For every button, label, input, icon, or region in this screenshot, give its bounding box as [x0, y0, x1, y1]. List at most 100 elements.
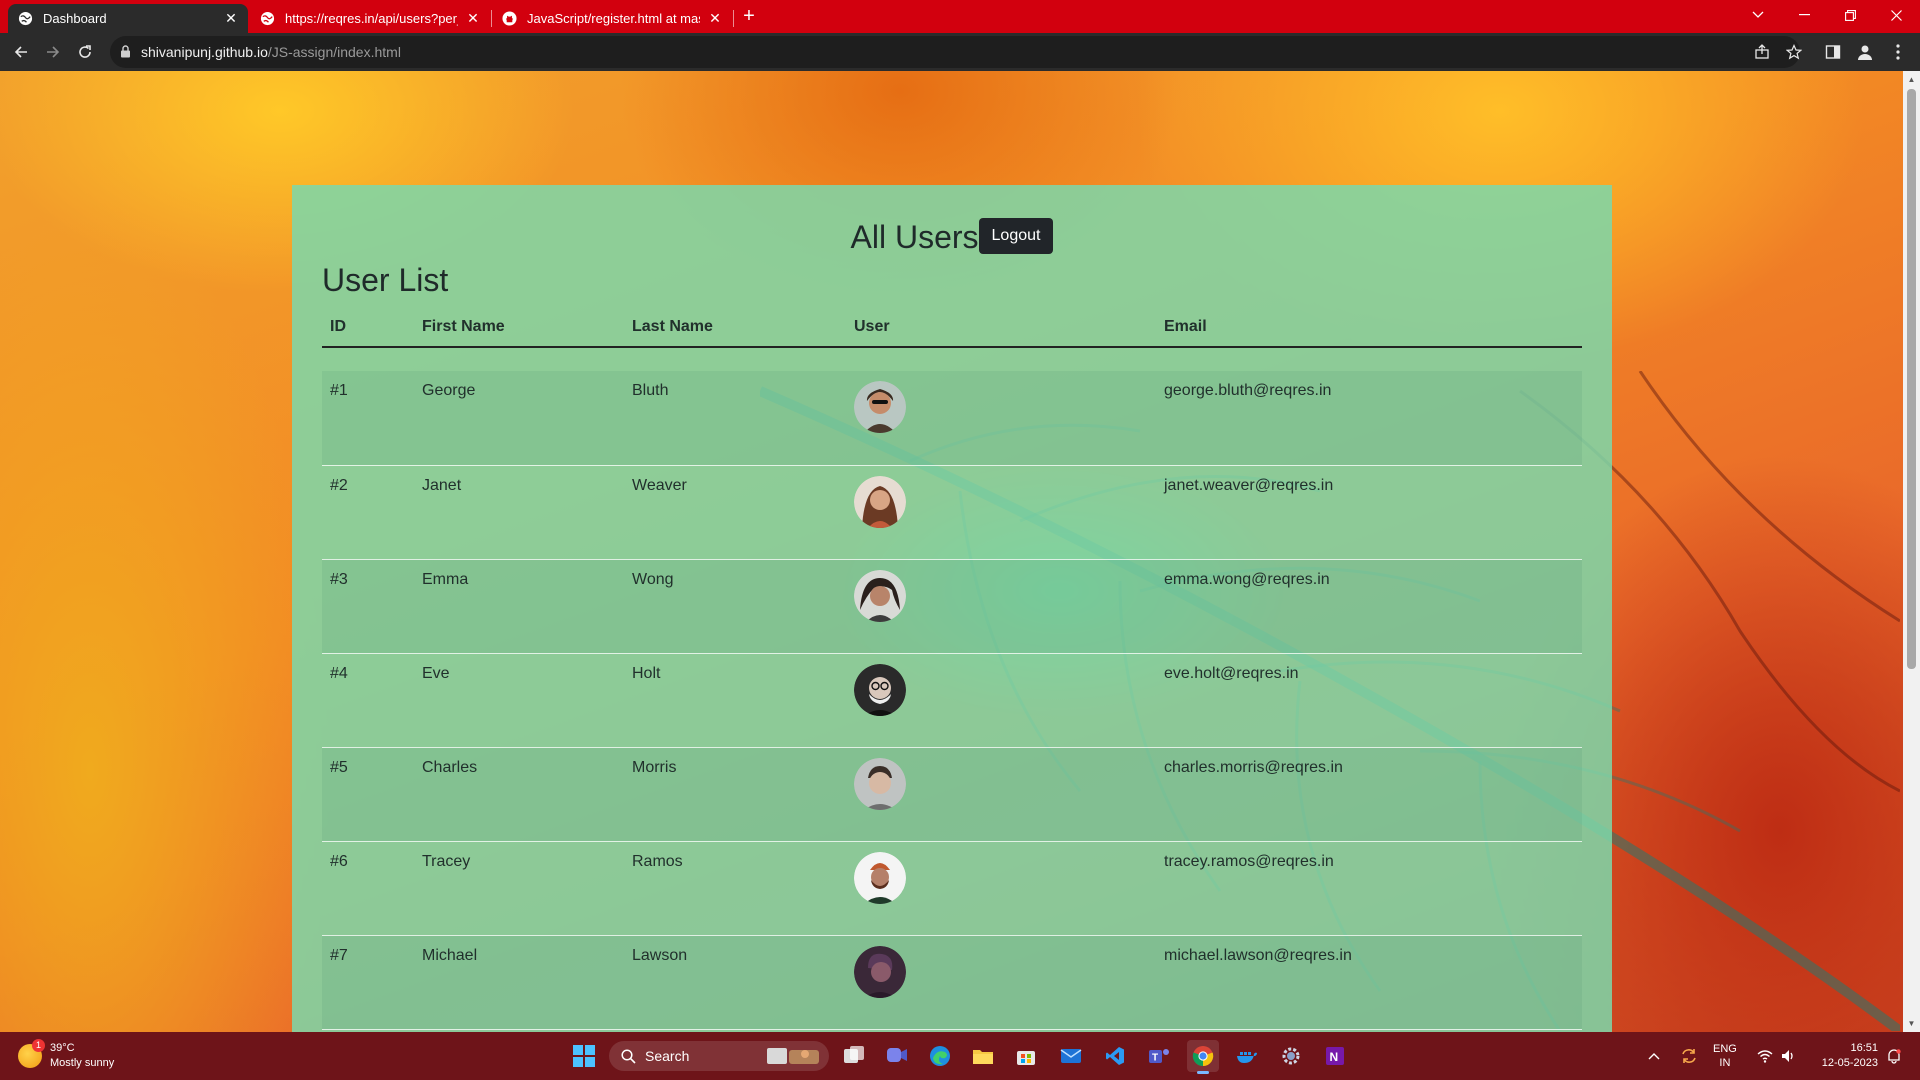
user-email: eve.holt@reqres.in: [1164, 664, 1299, 682]
forward-icon[interactable]: [41, 40, 65, 64]
minimize-icon[interactable]: [1781, 0, 1827, 30]
search-highlight-icon: [767, 1048, 819, 1064]
user-id: #3: [330, 570, 348, 588]
teams-icon[interactable]: T: [1143, 1040, 1175, 1072]
file-explorer-icon[interactable]: [967, 1040, 999, 1072]
tab-reqres-api[interactable]: https://reqres.in/api/users?per_p ✕: [250, 4, 490, 33]
cell-id: #2: [322, 465, 414, 560]
table-row: #1 George Bluth george.bluth@reqres.in: [322, 371, 1582, 466]
scrollbar-thumb[interactable]: [1907, 89, 1916, 669]
edge-icon[interactable]: [924, 1040, 956, 1072]
svg-text:N: N: [1330, 1050, 1339, 1064]
url-host: shivanipunj.github.io: [141, 44, 268, 60]
tab-divider: [733, 10, 734, 27]
table-header-row: ID First Name Last Name User Email: [322, 307, 1582, 348]
column-header-user: User: [846, 307, 1156, 348]
teams-chat-icon[interactable]: [881, 1040, 913, 1072]
tab-title: https://reqres.in/api/users?per_p: [285, 11, 458, 26]
column-header-last-name: Last Name: [624, 307, 846, 348]
close-window-icon[interactable]: [1873, 0, 1919, 30]
microsoft-store-icon[interactable]: [1010, 1040, 1042, 1072]
table-row: #6 Tracey Ramos tracey.ramos@reqres.in: [322, 841, 1582, 936]
cell-last-name: Holt: [624, 653, 846, 748]
mail-icon[interactable]: [1055, 1040, 1087, 1072]
side-panel-icon[interactable]: [1823, 42, 1843, 62]
weather-temperature: 39°C: [50, 1042, 75, 1054]
page-title: All Users: [850, 218, 979, 255]
url-path: /JS-assign/index.html: [267, 44, 401, 60]
cell-user: [846, 747, 1156, 842]
avatar: [854, 663, 906, 716]
tab-dashboard[interactable]: Dashboard ✕: [8, 4, 248, 33]
clock-date: 12-05-2023: [1821, 1057, 1878, 1069]
avatar: [854, 757, 906, 810]
search-icon: [621, 1048, 636, 1064]
weather-widget[interactable]: 1 39°C Mostly sunny: [18, 1039, 115, 1071]
avatar: [854, 381, 906, 433]
menu-kebab-icon[interactable]: [1888, 42, 1908, 62]
cell-user: [846, 935, 1156, 1030]
avatar: [854, 945, 906, 998]
cell-email: eve.holt@reqres.in: [1156, 653, 1582, 748]
vscode-icon[interactable]: [1099, 1040, 1131, 1072]
chrome-icon[interactable]: [1187, 1040, 1219, 1074]
users-table: ID First Name Last Name User Email #1 Ge…: [322, 307, 1582, 1030]
speaker-icon[interactable]: [1781, 1032, 1797, 1080]
restore-icon[interactable]: [1827, 0, 1873, 30]
scroll-down-arrow-icon[interactable]: ▼: [1907, 1019, 1916, 1028]
clock-time: 16:51: [1850, 1042, 1878, 1054]
settings-gear-icon[interactable]: [1275, 1040, 1307, 1072]
cell-first-name: Tracey: [414, 841, 624, 936]
weather-description: Mostly sunny: [50, 1057, 115, 1069]
taskbar-search-box[interactable]: Search: [609, 1041, 829, 1071]
scroll-up-arrow-icon[interactable]: ▲: [1907, 75, 1916, 84]
notification-badge: 1: [32, 1039, 45, 1052]
cell-first-name: Charles: [414, 747, 624, 842]
wifi-icon[interactable]: [1757, 1032, 1773, 1080]
cell-first-name: Michael: [414, 935, 624, 1030]
logout-button[interactable]: Logout: [978, 218, 1054, 254]
cell-id: #1: [322, 371, 414, 466]
share-icon[interactable]: [1752, 42, 1772, 62]
profile-icon[interactable]: [1855, 42, 1875, 62]
back-icon[interactable]: [9, 40, 33, 64]
windows-taskbar: 1 39°C Mostly sunny Search T N ENG IN 16…: [0, 1032, 1920, 1080]
tab-title: Dashboard: [43, 11, 107, 26]
user-last-name: Bluth: [632, 382, 669, 399]
close-tab-icon[interactable]: ✕: [224, 10, 238, 27]
column-header-id: ID: [322, 307, 414, 348]
users-panel: All Users Logout User List ID First Name…: [292, 185, 1612, 1032]
tab-github[interactable]: JavaScript/register.html at maste ✕: [492, 4, 732, 33]
cell-first-name: Eve: [414, 653, 624, 748]
tab-search-chevron-icon[interactable]: [1735, 0, 1781, 30]
close-tab-icon[interactable]: ✕: [466, 10, 480, 27]
page-scrollbar[interactable]: ▲ ▼: [1903, 71, 1920, 1032]
user-first-name: Emma: [422, 570, 469, 588]
cell-last-name: Wong: [624, 559, 846, 654]
windows-start-icon[interactable]: [568, 1040, 600, 1072]
address-bar[interactable]: shivanipunj.github.io/JS-assign/index.ht…: [110, 36, 1800, 68]
lock-icon[interactable]: [120, 45, 131, 58]
language-indicator[interactable]: ENG IN: [1713, 1032, 1737, 1080]
user-email: janet.weaver@reqres.in: [1164, 476, 1334, 494]
cell-user: [846, 371, 1156, 466]
table-row: #3 Emma Wong emma.wong@reqres.in: [322, 559, 1582, 654]
notification-bell-icon[interactable]: [1886, 1032, 1902, 1080]
task-view-icon[interactable]: [838, 1040, 870, 1072]
new-tab-button[interactable]: +: [737, 4, 761, 28]
docker-icon[interactable]: [1231, 1040, 1263, 1072]
sync-icon[interactable]: [1680, 1032, 1698, 1080]
cell-last-name: Morris: [624, 747, 846, 842]
onenote-icon[interactable]: N: [1319, 1040, 1351, 1072]
tray-overflow-icon[interactable]: [1648, 1032, 1660, 1080]
reload-icon[interactable]: [73, 40, 97, 64]
system-clock[interactable]: 16:51 12-05-2023: [1806, 1041, 1878, 1071]
user-first-name: Michael: [422, 946, 478, 964]
cell-email: george.bluth@reqres.in: [1156, 371, 1582, 466]
browser-tab-strip: Dashboard ✕ https://reqres.in/api/users?…: [0, 0, 1920, 33]
close-tab-icon[interactable]: ✕: [708, 10, 722, 27]
cell-email: tracey.ramos@reqres.in: [1156, 841, 1582, 936]
search-label: Search: [645, 1048, 690, 1064]
user-id: #6: [330, 852, 348, 870]
bookmark-star-icon[interactable]: [1784, 42, 1804, 62]
